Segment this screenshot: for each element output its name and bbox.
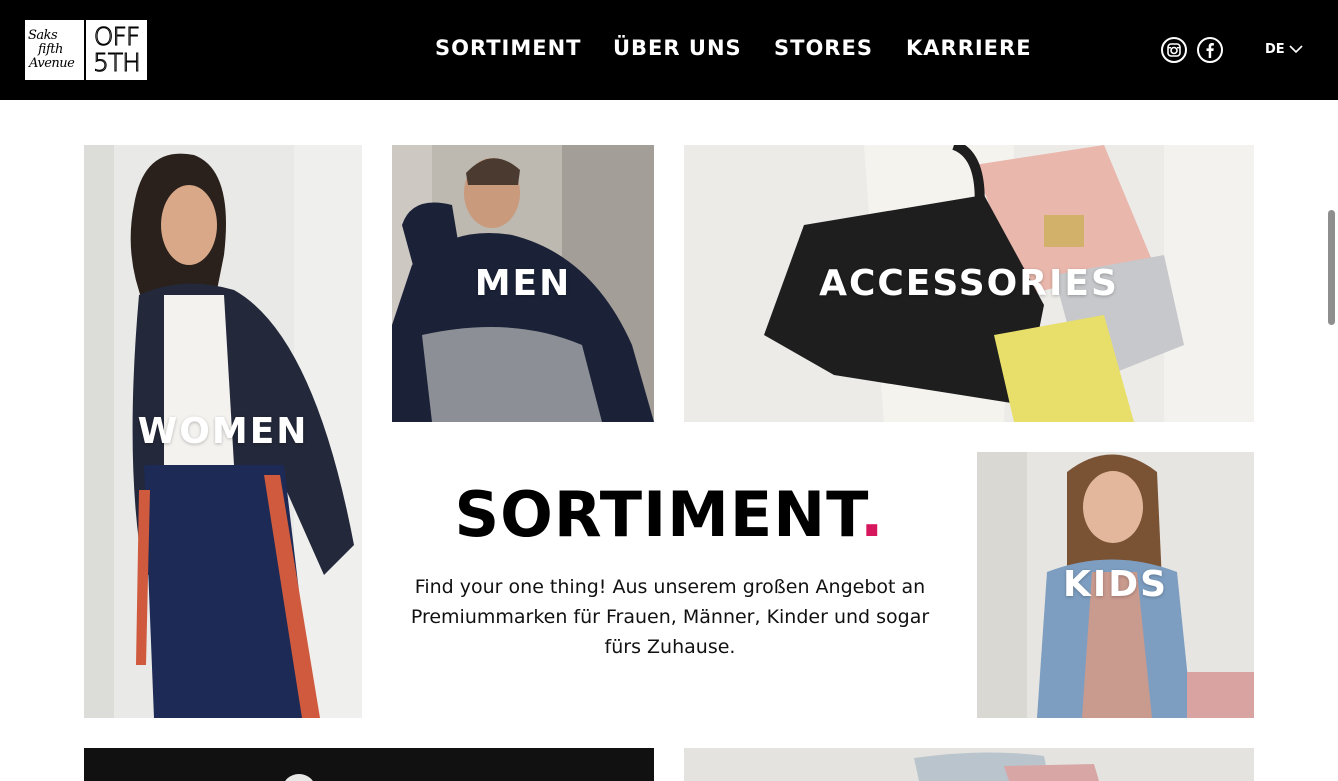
off-5th-logo: OFF 5TH: [86, 20, 147, 80]
logo-saks-text: Saks: [28, 28, 58, 43]
logo-off-text: OFF: [93, 22, 140, 51]
logo-fifth-text: fifth: [38, 42, 63, 57]
language-label: DE: [1265, 42, 1285, 57]
page-scrollbar[interactable]: [1328, 210, 1335, 325]
section-title: SORTIMENT.: [392, 478, 947, 551]
saks-fifth-avenue-logo: Saks fifth Avenue: [25, 20, 84, 80]
nav-item-karriere[interactable]: KARRIERE: [906, 36, 1032, 60]
chevron-down-icon: [1289, 45, 1303, 54]
logo-5th-text: 5TH: [93, 48, 142, 77]
section-title-text: SORTIMENT: [454, 478, 860, 551]
saks-off-5th-logo[interactable]: Saks fifth Avenue OFF 5TH: [25, 20, 147, 80]
nav-item-sortiment[interactable]: SORTIMENT: [435, 36, 581, 60]
section-title-dot: .: [859, 478, 885, 551]
tile-label-men: MEN: [474, 263, 572, 304]
tile-label-women: WOMEN: [137, 411, 309, 452]
logo-avenue-text: Avenue: [29, 56, 75, 71]
category-tile-home[interactable]: [684, 748, 1254, 781]
category-tile-shoes[interactable]: [84, 748, 654, 781]
section-description: Find your one thing! Aus unserem großen …: [410, 576, 930, 658]
tile-label-kids: KIDS: [1062, 564, 1169, 605]
category-tile-kids[interactable]: KIDS: [977, 452, 1254, 718]
instagram-icon[interactable]: [1161, 37, 1187, 63]
category-tile-women[interactable]: WOMEN: [84, 145, 362, 718]
category-tile-men[interactable]: MEN: [392, 145, 654, 422]
shoes-photo: [84, 748, 654, 781]
home-photo: [684, 748, 1254, 781]
nav-item-ueber-uns[interactable]: ÜBER UNS: [613, 36, 742, 60]
category-tile-accessories[interactable]: ACCESSORIES: [684, 145, 1254, 422]
tile-label-accessories: ACCESSORIES: [819, 263, 1119, 304]
site-header: Saks fifth Avenue OFF 5TH SORTIMENT ÜBER…: [0, 0, 1338, 100]
language-selector[interactable]: DE: [1265, 42, 1303, 57]
nav-item-stores[interactable]: STORES: [774, 36, 873, 60]
facebook-icon[interactable]: [1197, 37, 1223, 63]
